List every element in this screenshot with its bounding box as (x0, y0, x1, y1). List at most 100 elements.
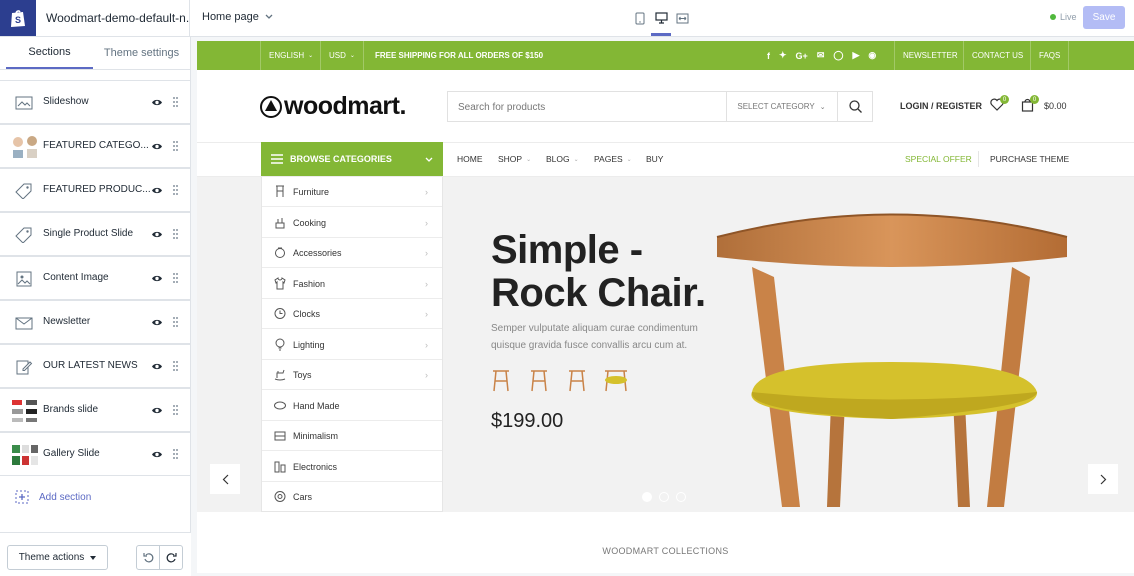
chair-variant-icons[interactable] (491, 366, 631, 394)
section-item-single-product-slide[interactable]: Single Product Slide (0, 212, 190, 256)
page-selector[interactable]: Home page (202, 11, 273, 23)
save-button[interactable]: Save (1083, 6, 1125, 29)
slide-dot[interactable] (659, 492, 669, 502)
gallery-thumbnail (10, 441, 40, 469)
special-offer-link[interactable]: SPECIAL OFFER (905, 154, 972, 164)
category-item-accessories[interactable]: Accessories › (262, 238, 442, 268)
drag-handle-icon[interactable] (173, 317, 178, 327)
category-item-furniture[interactable]: Furniture › (262, 177, 442, 207)
slide-dot-active[interactable] (642, 492, 652, 502)
eye-icon[interactable] (151, 142, 163, 151)
drag-handle-icon[interactable] (173, 141, 178, 151)
eye-icon[interactable] (151, 450, 163, 459)
section-item-featured-categories[interactable]: FEATURED CATEGO... (0, 124, 190, 168)
facebook-icon[interactable]: f (767, 51, 770, 61)
category-item-minimalism[interactable]: Minimalism (262, 421, 442, 451)
eye-icon[interactable] (151, 406, 163, 415)
prev-slide-button[interactable] (210, 464, 240, 494)
section-item-latest-news[interactable]: OUR LATEST NEWS (0, 344, 190, 388)
site-logo[interactable]: woodmart. (260, 92, 406, 121)
nav-label: BLOG (546, 154, 570, 164)
mobile-view-button[interactable] (630, 8, 650, 28)
category-select[interactable]: SELECT CATEGORY ⌄ (726, 92, 836, 121)
eye-icon[interactable] (151, 274, 163, 283)
section-label: FEATURED CATEGO... (43, 140, 149, 151)
browse-categories-button[interactable]: BROWSE CATEGORIES (261, 142, 443, 176)
contact-link[interactable]: CONTACT US (972, 41, 1023, 70)
category-item-cooking[interactable]: Cooking › (262, 208, 442, 238)
theme-actions-button[interactable]: Theme actions (7, 545, 108, 570)
search-input[interactable]: Search for products (458, 102, 545, 113)
hero-title: Simple - Rock Chair. (491, 229, 706, 315)
desktop-view-button[interactable] (651, 8, 671, 28)
nav-shop[interactable]: SHOP ⌄ (498, 154, 531, 164)
pinterest-icon[interactable]: ◉ (868, 50, 876, 61)
eye-icon[interactable] (151, 98, 163, 107)
newsletter-link[interactable]: NEWSLETTER (903, 41, 958, 70)
redo-button[interactable] (159, 545, 183, 570)
youtube-icon[interactable]: ▶ (852, 50, 859, 61)
search-button[interactable] (837, 92, 873, 121)
fullscreen-view-button[interactable] (672, 8, 692, 28)
eye-icon[interactable] (151, 230, 163, 239)
nav-buy[interactable]: BUY (646, 154, 663, 164)
undo-button[interactable] (136, 545, 160, 570)
purchase-theme-link[interactable]: PURCHASE THEME (990, 154, 1069, 164)
category-item-cars[interactable]: Cars (262, 482, 442, 512)
drag-handle-icon[interactable] (173, 229, 178, 239)
section-item-content-image[interactable]: Content Image (0, 256, 190, 300)
google-plus-icon[interactable]: G+ (796, 51, 808, 61)
drag-handle-icon[interactable] (173, 449, 178, 459)
language-selector[interactable]: ENGLISH ⌄ (269, 41, 313, 70)
theme-name: Woodmart-demo-default-n... (36, 0, 190, 36)
eye-icon[interactable] (151, 362, 163, 371)
tab-theme-settings[interactable]: Theme settings (93, 37, 190, 69)
store-topbar: ENGLISH ⌄ USD ⌄ FREE SHIPPING FOR ALL ORDE… (197, 41, 1134, 70)
login-register-link[interactable]: LOGIN / REGISTER (900, 101, 982, 111)
nav-blog[interactable]: BLOG ⌄ (546, 154, 579, 164)
mobile-icon (635, 12, 645, 24)
email-icon[interactable]: ✉ (817, 50, 825, 61)
nav-pages[interactable]: PAGES ⌄ (594, 154, 632, 164)
drag-handle-icon[interactable] (173, 273, 178, 283)
nav-label: HOME (457, 154, 483, 164)
drag-handle-icon[interactable] (173, 185, 178, 195)
twitter-icon[interactable]: ✦ (779, 50, 787, 61)
store-preview: ENGLISH ⌄ USD ⌄ FREE SHIPPING FOR ALL ORDE… (197, 41, 1134, 573)
category-item-lighting[interactable]: Lighting › (262, 330, 442, 360)
eye-icon[interactable] (151, 318, 163, 327)
next-slide-button[interactable] (1088, 464, 1118, 494)
sidebar-footer: Theme actions (0, 532, 191, 576)
bowl-icon (274, 401, 286, 409)
drag-handle-icon[interactable] (173, 361, 178, 371)
drag-handle-icon[interactable] (173, 97, 178, 107)
add-section-button[interactable]: Add section (15, 490, 91, 504)
category-item-electronics[interactable]: Electronics (262, 452, 442, 482)
nav-label: SHOP (498, 154, 523, 164)
drag-handle-icon[interactable] (173, 405, 178, 415)
shopify-logo-icon[interactable]: S (0, 0, 36, 36)
eye-icon[interactable] (151, 186, 163, 195)
nav-label: BUY (646, 154, 664, 164)
slide-dot[interactable] (676, 492, 686, 502)
currency-selector[interactable]: USD ⌄ (329, 41, 355, 70)
category-item-hand-made[interactable]: Hand Made (262, 391, 442, 421)
instagram-icon[interactable]: ◯ (833, 50, 843, 61)
section-item-brands-slide[interactable]: Brands slide (0, 388, 190, 432)
category-item-clocks[interactable]: Clocks › (262, 299, 442, 329)
category-item-fashion[interactable]: Fashion › (262, 269, 442, 299)
caret-down-icon (90, 555, 97, 560)
add-section-label: Add section (39, 491, 92, 503)
chevron-left-icon (222, 474, 228, 484)
cart-total[interactable]: $0.00 (1044, 101, 1067, 111)
nav-label: PAGES (594, 154, 623, 164)
section-item-slideshow[interactable]: Slideshow (0, 80, 190, 124)
nav-home[interactable]: HOME (457, 154, 483, 164)
category-item-toys[interactable]: Toys › (262, 360, 442, 390)
section-item-featured-products[interactable]: FEATURED PRODUC... (0, 168, 190, 212)
tab-sections[interactable]: Sections (6, 37, 93, 69)
section-item-newsletter[interactable]: Newsletter (0, 300, 190, 344)
section-item-gallery-slide[interactable]: Gallery Slide (0, 432, 190, 476)
faqs-link[interactable]: FAQS (1039, 41, 1060, 70)
category-select-label: SELECT CATEGORY (737, 102, 815, 111)
